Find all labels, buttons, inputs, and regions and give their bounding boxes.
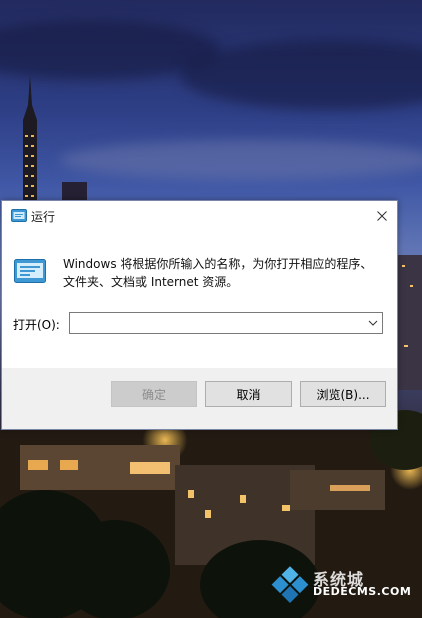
- building: [398, 255, 422, 390]
- windows-logo-watermark: [271, 566, 309, 603]
- dialog-title: 运行: [31, 210, 56, 224]
- dialog-body: Windows 将根据你所输入的名称，为你打开相应的程序、文件夹、文档或 Int…: [2, 231, 397, 368]
- window-light: [404, 345, 408, 347]
- cancel-button[interactable]: 取消: [205, 381, 292, 407]
- window-light: [240, 495, 246, 503]
- run-dialog: 运行 Windows 将根据你所输入的名称，为你打开相应的程序、文件夹、文档或 …: [1, 200, 398, 430]
- building: [62, 182, 87, 202]
- run-app-icon: [11, 209, 27, 222]
- open-label: 打开(O):: [13, 318, 60, 332]
- skyscraper-spire: [23, 75, 37, 205]
- window-light: [60, 460, 78, 470]
- dialog-description: Windows 将根据你所输入的名称，为你打开相应的程序、文件夹、文档或 Int…: [63, 257, 373, 289]
- title-bar[interactable]: 运行: [2, 201, 397, 231]
- window-light: [28, 460, 48, 470]
- window-light: [188, 490, 194, 498]
- open-input[interactable]: [73, 315, 353, 331]
- run-app-icon: [14, 259, 46, 283]
- open-combobox[interactable]: [69, 312, 383, 334]
- window-light: [205, 510, 211, 518]
- window-light: [402, 265, 405, 267]
- watermark-domain: DEDECMS.COM: [313, 585, 412, 598]
- dialog-footer: 确定 取消 浏览(B)...: [2, 368, 397, 429]
- cloud: [60, 140, 422, 180]
- window-light: [410, 285, 413, 287]
- close-button[interactable]: [367, 201, 397, 231]
- tree: [60, 520, 170, 618]
- chevron-down-icon[interactable]: [367, 317, 379, 329]
- window-light: [330, 485, 370, 491]
- window-light: [282, 505, 290, 511]
- close-icon: [377, 211, 387, 221]
- browse-button[interactable]: 浏览(B)...: [300, 381, 386, 407]
- ok-button[interactable]: 确定: [111, 381, 197, 407]
- window-light: [130, 462, 170, 474]
